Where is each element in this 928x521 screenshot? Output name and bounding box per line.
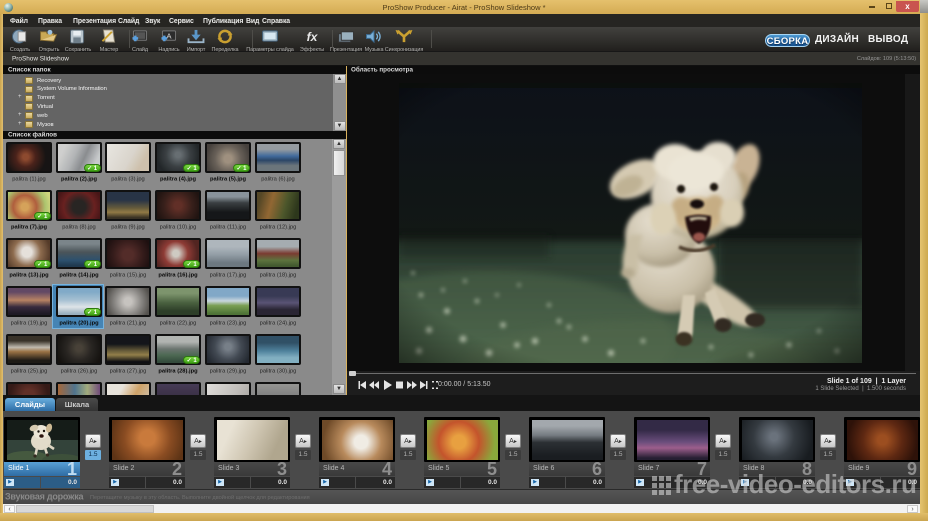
svg-text:A: A xyxy=(166,31,171,40)
svg-text:fx: fx xyxy=(307,30,319,44)
